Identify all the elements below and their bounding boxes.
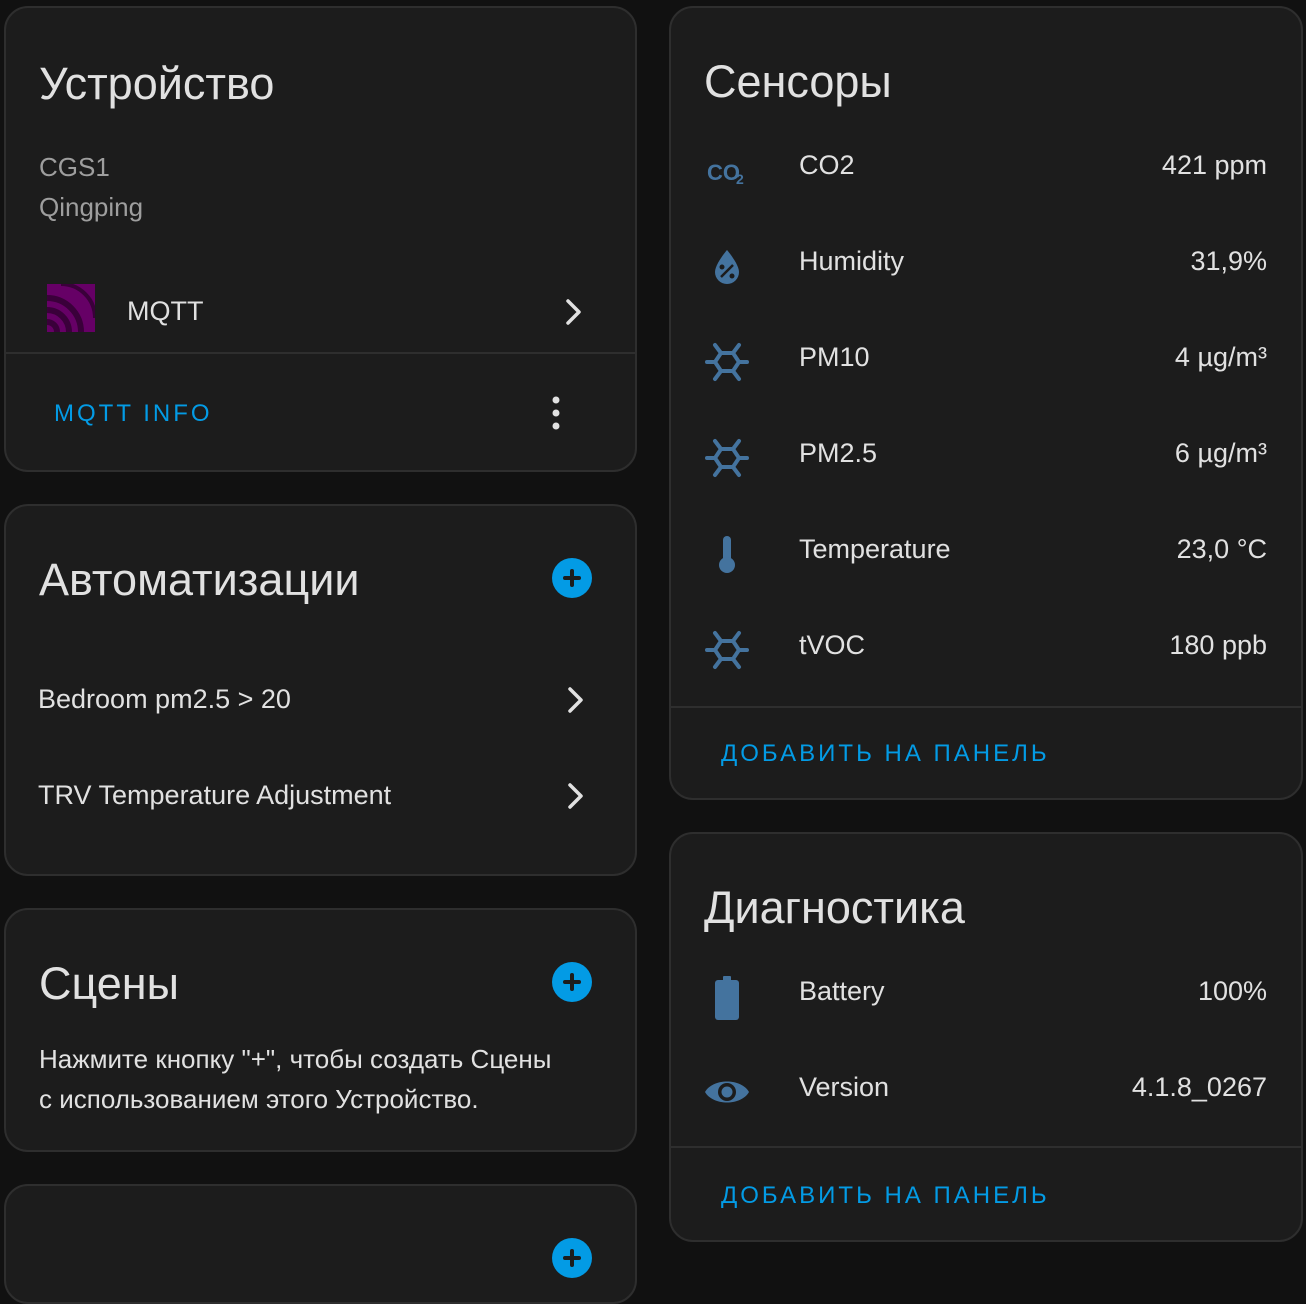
sensors-card: Сенсоры CO 2 CO2 421 ppm Humidity 31,9% <box>669 6 1303 800</box>
thermometer-icon <box>719 536 735 573</box>
diagnostic-value: 100% <box>1197 976 1267 1006</box>
integration-row-mqtt[interactable]: MQTT <box>6 270 635 354</box>
add-script-button[interactable] <box>552 1238 592 1278</box>
automation-item[interactable]: Bedroom pm2.5 > 20 <box>6 652 635 748</box>
svg-text:2: 2 <box>736 171 744 187</box>
device-card-title: Устройство <box>39 58 275 109</box>
automations-card: Автоматизации Bedroom pm2.5 > 20 TRV Tem… <box>4 504 637 876</box>
diagnostic-row-battery[interactable]: Battery 100% <box>671 948 1301 1044</box>
automation-item-label: TRV Temperature Adjustment <box>38 780 392 810</box>
automation-item[interactable]: TRV Temperature Adjustment <box>6 748 635 844</box>
add-automation-button[interactable] <box>552 558 592 598</box>
chevron-right-icon <box>566 299 581 325</box>
mqtt-info-button[interactable]: MQTT INFO <box>54 400 213 428</box>
chevron-right-icon <box>568 783 583 809</box>
chevron-right-icon <box>568 687 583 713</box>
sensor-value: 4 µg/m³ <box>1174 342 1267 372</box>
device-manufacturer: Qingping <box>39 192 144 222</box>
sensor-value: 31,9% <box>1190 246 1267 276</box>
sensor-label: tVOC <box>799 630 866 660</box>
device-model: CGS1 <box>39 152 110 182</box>
sensor-row-temperature[interactable]: Temperature 23,0 °C <box>671 506 1301 602</box>
scenes-card-title: Сцены <box>39 958 179 1009</box>
integration-label: MQTT <box>127 296 204 326</box>
molecule-co2-icon: CO 2 <box>707 160 744 187</box>
molecule-icon <box>705 439 749 477</box>
automations-card-title: Автоматизации <box>39 554 360 605</box>
add-to-dashboard-button[interactable]: ДОБАВИТЬ НА ПАНЕЛЬ <box>721 740 1050 768</box>
sensor-value: 180 ppb <box>1169 630 1267 660</box>
eye-icon <box>705 1081 749 1103</box>
sensor-label: PM2.5 <box>799 438 878 468</box>
scenes-empty-text-line-1: Нажмите кнопку "+", чтобы создать Сцены <box>39 1044 552 1074</box>
sensor-row-pm25[interactable]: PM2.5 6 µg/m³ <box>671 410 1301 506</box>
sensors-card-title: Сенсоры <box>704 56 892 107</box>
scenes-card: Сцены Нажмите кнопку "+", чтобы создать … <box>4 908 637 1152</box>
diagnostics-card: Диагностика Battery 100% Version 4.1.8_0… <box>669 832 1303 1242</box>
diagnostics-card-title: Диагностика <box>704 882 965 933</box>
sensor-row-pm10[interactable]: PM10 4 µg/m³ <box>671 314 1301 410</box>
sensors-card-divider <box>671 706 1301 708</box>
molecule-icon <box>705 631 749 669</box>
battery-icon <box>715 976 739 1020</box>
device-card-divider <box>6 352 635 354</box>
automation-item-label: Bedroom pm2.5 > 20 <box>38 684 291 714</box>
mqtt-logo-icon <box>47 284 95 332</box>
sensor-label: Humidity <box>799 246 905 276</box>
device-card: Устройство CGS1 Qingping MQTT MQTT INFO <box>4 6 637 472</box>
add-scene-button[interactable] <box>552 962 592 1002</box>
more-vertical-icon[interactable] <box>544 394 568 434</box>
diagnostic-row-version[interactable]: Version 4.1.8_0267 <box>671 1044 1301 1140</box>
sensor-row-tvoc[interactable]: tVOC 180 ppb <box>671 602 1301 698</box>
add-to-dashboard-button[interactable]: ДОБАВИТЬ НА ПАНЕЛЬ <box>721 1182 1050 1210</box>
molecule-icon <box>705 343 749 381</box>
diagnostic-value: 4.1.8_0267 <box>1131 1072 1267 1102</box>
diagnostic-label: Battery <box>799 976 885 1006</box>
sensor-label: PM10 <box>799 342 870 372</box>
sensor-value: 23,0 °C <box>1176 534 1267 564</box>
diagnostic-label: Version <box>799 1072 890 1102</box>
sensor-row-co2[interactable]: CO 2 CO2 421 ppm <box>671 122 1301 218</box>
diagnostics-card-divider <box>671 1146 1301 1148</box>
sensor-label: Temperature <box>799 534 951 564</box>
sensor-row-humidity[interactable]: Humidity 31,9% <box>671 218 1301 314</box>
scripts-card <box>4 1184 637 1304</box>
water-percent-icon <box>715 250 739 284</box>
scenes-empty-text-line-2: с использованием этого Устройство. <box>39 1084 479 1114</box>
sensor-value: 6 µg/m³ <box>1174 438 1267 468</box>
sensor-label: CO2 <box>799 150 855 180</box>
sensor-value: 421 ppm <box>1161 150 1267 180</box>
